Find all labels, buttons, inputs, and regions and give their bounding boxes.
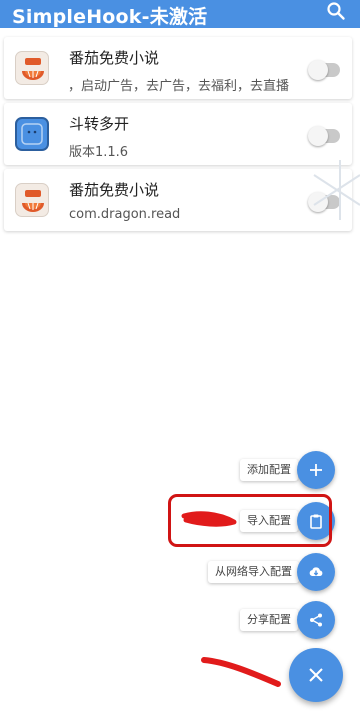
search-icon[interactable] xyxy=(326,1,346,21)
app-bar: SimpleHook-未激活 xyxy=(0,0,360,28)
enable-toggle[interactable] xyxy=(308,60,340,80)
app-card[interactable]: 番茄免费小说 告，启动广告，去广告，去福利，去直播 xyxy=(4,37,352,99)
app-name: 番茄免费小说 xyxy=(69,181,160,199)
snowflake-decoration xyxy=(313,160,360,220)
share-config-button[interactable] xyxy=(297,601,335,639)
close-fab-button[interactable] xyxy=(289,648,343,702)
plus-icon xyxy=(310,464,322,476)
add-config-button[interactable] xyxy=(297,451,335,489)
import-from-network-label[interactable]: 从网络导入配置 xyxy=(208,561,299,583)
tomato-novel-icon xyxy=(15,183,49,217)
import-from-network-button[interactable] xyxy=(297,553,335,591)
close-icon xyxy=(309,668,323,682)
share-config-label[interactable]: 分享配置 xyxy=(240,609,298,631)
scribble-annotation xyxy=(181,511,237,527)
dual-space-icon xyxy=(15,117,49,151)
app-subtitle: 版本1.1.6 xyxy=(69,145,129,160)
share-icon xyxy=(310,613,322,627)
app-subtitle: 告，启动广告，去广告，去福利，去直播 xyxy=(69,79,289,94)
scribble-annotation xyxy=(201,657,281,687)
toggle-knob xyxy=(308,126,328,146)
app-subtitle: com.dragon.read xyxy=(69,207,181,222)
app-title: SimpleHook-未激活 xyxy=(12,6,208,28)
tomato-novel-icon xyxy=(15,51,49,85)
cloud-download-icon xyxy=(309,567,323,576)
enable-toggle[interactable] xyxy=(308,126,340,146)
app-name: 斗转多开 xyxy=(69,115,130,133)
toggle-knob xyxy=(308,60,328,80)
app-name: 番茄免费小说 xyxy=(69,49,160,67)
add-config-label[interactable]: 添加配置 xyxy=(240,459,298,481)
